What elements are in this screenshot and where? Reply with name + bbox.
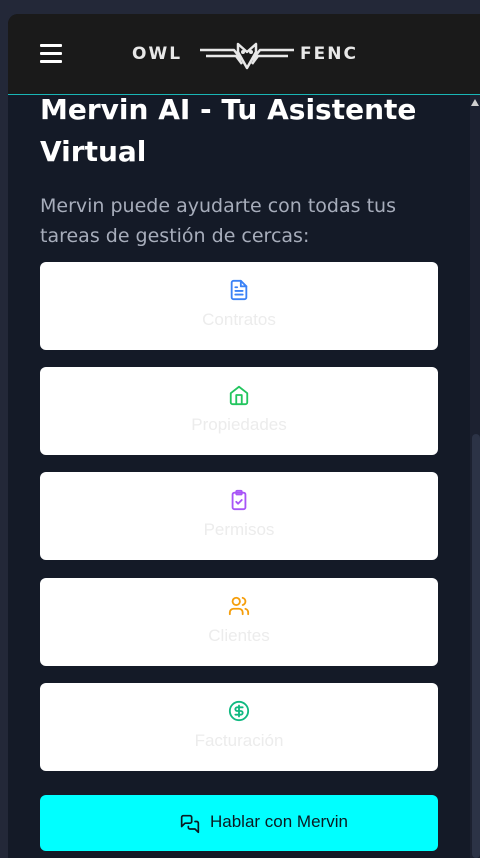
owl-logo-icon: [200, 42, 294, 70]
card-facturacion[interactable]: Facturación: [40, 683, 438, 771]
chat-icon: [180, 814, 200, 834]
brand-logo[interactable]: OWL FENC: [132, 38, 368, 72]
document-icon: [230, 279, 248, 301]
main-content: Mervin AI - Tu Asistente Virtual Mervin …: [8, 93, 470, 858]
dollar-circle-icon: [228, 700, 250, 722]
home-icon: [229, 385, 249, 406]
card-contratos[interactable]: Contratos: [40, 262, 438, 350]
app-window: OWL FENC Mervin AI - Tu Asistente Virtua…: [8, 14, 480, 858]
menu-icon[interactable]: [40, 44, 62, 64]
logo-text-right: FENC: [300, 44, 358, 64]
logo-text-left: OWL: [132, 44, 183, 64]
card-label: Facturación: [194, 731, 284, 750]
users-icon: [228, 596, 250, 616]
page-title: Mervin AI - Tu Asistente Virtual: [40, 93, 417, 168]
card-propiedades[interactable]: Propiedades: [40, 367, 438, 455]
talk-to-mervin-button[interactable]: Hablar con Mervin: [40, 795, 438, 851]
scrollbar-thumb[interactable]: [472, 434, 480, 858]
scroll-up-arrow-icon[interactable]: [471, 99, 479, 106]
card-label: Propiedades: [191, 415, 287, 434]
clipboard-check-icon: [231, 489, 247, 511]
talk-to-mervin-label: Hablar con Mervin: [210, 812, 348, 831]
card-permisos[interactable]: Permisos: [40, 472, 438, 560]
top-header: OWL FENC: [8, 14, 480, 95]
card-label: Contratos: [202, 310, 276, 329]
card-label: Clientes: [208, 626, 270, 645]
page-subtitle: Mervin puede ayudarte con todas tus tare…: [40, 195, 396, 247]
card-clientes[interactable]: Clientes: [40, 578, 438, 666]
card-label: Permisos: [203, 520, 275, 539]
